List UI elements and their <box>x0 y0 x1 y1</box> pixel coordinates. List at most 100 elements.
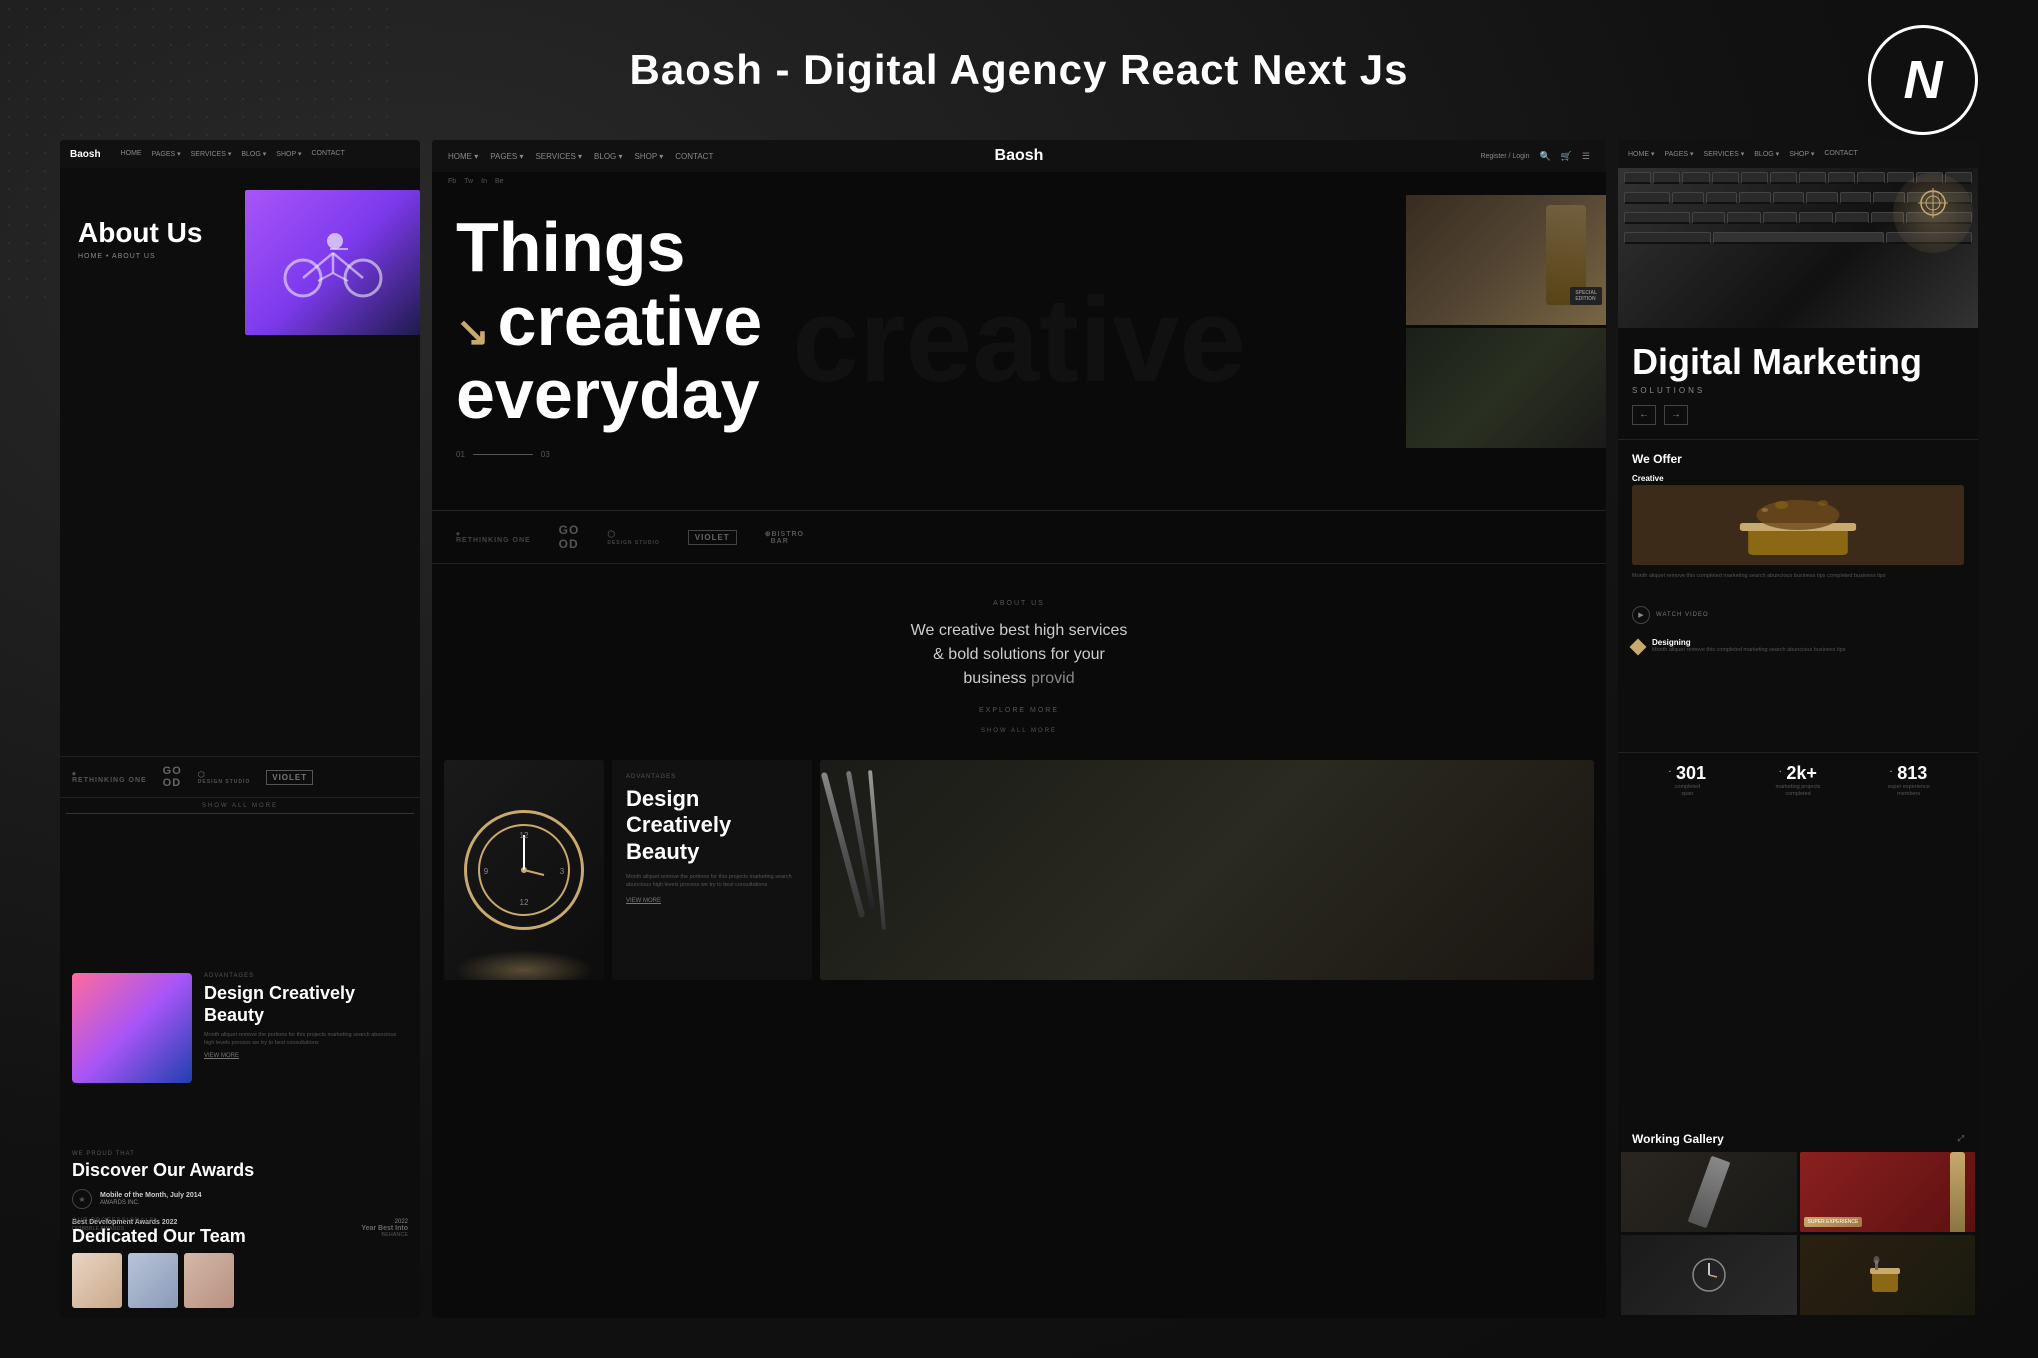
left-awards-title: Discover Our Awards <box>72 1160 408 1181</box>
header: Baosh - Digital Agency React Next Js <box>0 0 2038 140</box>
left-nav-services[interactable]: SERVICES ▾ <box>191 150 232 158</box>
center-clock-card: 12 12 3 9 <box>444 760 604 980</box>
header-title: Baosh - Digital Agency React Next Js <box>630 46 1409 94</box>
right-stat-1-value: 301 <box>1676 763 1706 783</box>
center-in-icon[interactable]: In <box>481 178 487 185</box>
left-team-avatar-1 <box>72 1253 122 1308</box>
center-brush-card <box>820 760 1594 980</box>
right-stat-2-dot: . <box>1779 765 1781 774</box>
center-register-login[interactable]: Register / Login <box>1480 153 1529 160</box>
right-play-button[interactable]: ▶ <box>1632 606 1650 624</box>
nextjs-logo: N <box>1868 25 1978 135</box>
right-watch-video-text[interactable]: WATCH VIDEO <box>1656 612 1709 618</box>
center-fb-icon[interactable]: Fb <box>448 178 456 185</box>
right-we-offer: We Offer Creative <box>1618 439 1978 601</box>
right-nav-home[interactable]: HOME ▾ <box>1628 150 1654 158</box>
left-product-image <box>72 973 192 1083</box>
center-brand-studio: ⬡ DESIGN STUDIO <box>607 529 659 546</box>
center-search-icon[interactable]: 🔍 <box>1539 151 1550 162</box>
right-digital-marketing: Digital Marketing SOLUTIONS ← → <box>1618 328 1978 439</box>
right-nav-shop[interactable]: SHOP ▾ <box>1789 150 1814 158</box>
right-creative-section: Creative Month aliquet r <box>1632 474 1964 581</box>
center-show-all-text: SHOW ALL MORE <box>440 728 1598 734</box>
center-nav-pages[interactable]: PAGES ▾ <box>490 152 523 161</box>
center-about-tag: about us <box>492 600 1546 607</box>
right-gallery-grid: SUPER EXPERIENCE <box>1618 1152 1978 1318</box>
left-nav-blog[interactable]: BLOG ▾ <box>241 150 266 158</box>
right-gallery-2-bottle <box>1950 1152 1965 1232</box>
left-nav-home[interactable]: HOME <box>121 150 142 158</box>
left-brand-logos: ◈ RETHINKING ONE GOOD ⬡ DESIGN STUDIO VI… <box>60 756 420 798</box>
right-arrow-right[interactable]: → <box>1664 405 1688 425</box>
left-brand-rethinking: ◈ RETHINKING ONE <box>72 771 147 784</box>
right-watch-video: ▶ WATCH VIDEO <box>1618 600 1978 630</box>
right-gallery-expand-icon[interactable]: ⤢ <box>1958 1134 1964 1144</box>
center-menu-icon[interactable]: ☰ <box>1582 151 1590 162</box>
right-nav-blog[interactable]: BLOG ▾ <box>1754 150 1779 158</box>
left-team-avatar-2 <box>128 1253 178 1308</box>
left-brand-violet: VIOLET <box>266 770 313 785</box>
right-designing-diamond-icon <box>1630 638 1647 655</box>
center-advantages-card: advantages Design Creatively Beauty Mont… <box>612 760 812 980</box>
center-page-end: 03 <box>541 450 550 459</box>
center-about-desc: We creative best high services & bold so… <box>492 619 1546 691</box>
center-about-accent: provid <box>1031 670 1075 687</box>
left-award-title-1: Mobile of the Month, July 2014 <box>100 1191 202 1200</box>
center-nav-shop[interactable]: SHOP ▾ <box>635 152 664 161</box>
center-pagination-line <box>473 454 533 455</box>
left-award-icon-1: ★ <box>72 1189 92 1209</box>
left-nav-shop[interactable]: SHOP ▾ <box>276 150 301 158</box>
center-hero-line3: everyday <box>456 355 760 433</box>
left-award-text-1: Mobile of the Month, July 2014 AWARDS IN… <box>100 1191 202 1208</box>
award-star-icon: ★ <box>78 1195 85 1204</box>
right-designing-desc: Month aliquet remove this completed mark… <box>1652 647 1846 655</box>
center-hero-arrow: ↘ <box>456 311 490 353</box>
right-nav-services[interactable]: SERVICES ▾ <box>1704 150 1745 158</box>
center-show-all[interactable]: SHOW ALL MORE <box>432 720 1606 742</box>
coffee-splash-svg <box>1632 485 1964 565</box>
right-arrow-controls: ← → <box>1632 405 1964 425</box>
right-arrow-left[interactable]: ← <box>1632 405 1656 425</box>
center-nav-home[interactable]: HOME ▾ <box>448 152 478 161</box>
bike-icon <box>273 223 393 303</box>
right-gallery-badge: SUPER EXPERIENCE <box>1804 1217 1863 1227</box>
center-be-icon[interactable]: Be <box>495 178 504 185</box>
left-product-title: Design Creatively Beauty <box>204 983 408 1026</box>
svg-text:12: 12 <box>520 898 529 907</box>
center-cart-icon[interactable]: 🛒 <box>1561 151 1572 162</box>
right-nav-contact[interactable]: CONTACT <box>1824 150 1857 158</box>
center-hero: creative Things ↘creative everyday <box>432 191 1606 452</box>
right-stat-3: . 813 super experiencemembers <box>1853 763 1964 798</box>
center-pagination: 01 03 <box>456 450 550 459</box>
center-explore[interactable]: EXPLORE MORE <box>492 707 1546 714</box>
right-gallery: Working Gallery ⤢ SUPER EXPERIENCE <box>1618 1124 1978 1318</box>
center-advantages-tag: advantages <box>626 774 798 780</box>
center-nav-services[interactable]: SERVICES ▾ <box>535 152 582 161</box>
left-show-all[interactable]: SHOW ALL MORE <box>60 797 420 820</box>
right-stat-2-label: marketing projectscompleted <box>1743 784 1854 798</box>
center-hero-line1: Things <box>456 208 685 286</box>
center-hero-line2: creative <box>498 282 763 360</box>
right-stat-1-number: . 301 <box>1632 763 1743 784</box>
right-stat-2-value: 2k+ <box>1786 763 1817 783</box>
center-nav-blog[interactable]: BLOG ▾ <box>594 152 622 161</box>
center-brand-rethinking: ◈ RETHINKING ONE <box>456 531 531 544</box>
left-award-item-1: ★ Mobile of the Month, July 2014 AWARDS … <box>72 1189 408 1209</box>
left-view-more[interactable]: VIEW MORE <box>204 1053 408 1059</box>
left-navbar-links: HOME PAGES ▾ SERVICES ▾ BLOG ▾ SHOP ▾ CO… <box>121 150 345 158</box>
left-team-avatar-3 <box>184 1253 234 1308</box>
center-advantages-view-more[interactable]: VIEW MORE <box>626 898 798 904</box>
center-hero-title: Things ↘creative everyday <box>456 211 1582 432</box>
center-tw-icon[interactable]: Tw <box>464 178 473 185</box>
left-nav-contact[interactable]: CONTACT <box>311 150 344 158</box>
center-about-line1: We creative best high services <box>911 622 1128 639</box>
center-navbar-right: Register / Login 🔍 🛒 ☰ <box>1480 151 1590 162</box>
right-nav-pages[interactable]: PAGES ▾ <box>1664 150 1693 158</box>
left-product-tag: advantages <box>204 973 408 979</box>
right-navbar-links: HOME ▾ PAGES ▾ SERVICES ▾ BLOG ▾ SHOP ▾ … <box>1628 150 1858 158</box>
center-brand-good: GOOD <box>559 523 580 551</box>
right-gallery-item-2: SUPER EXPERIENCE <box>1800 1152 1976 1232</box>
center-nav-contact[interactable]: CONTACT <box>675 152 713 161</box>
svg-text:3: 3 <box>560 867 565 876</box>
left-nav-pages[interactable]: PAGES ▾ <box>152 150 181 158</box>
